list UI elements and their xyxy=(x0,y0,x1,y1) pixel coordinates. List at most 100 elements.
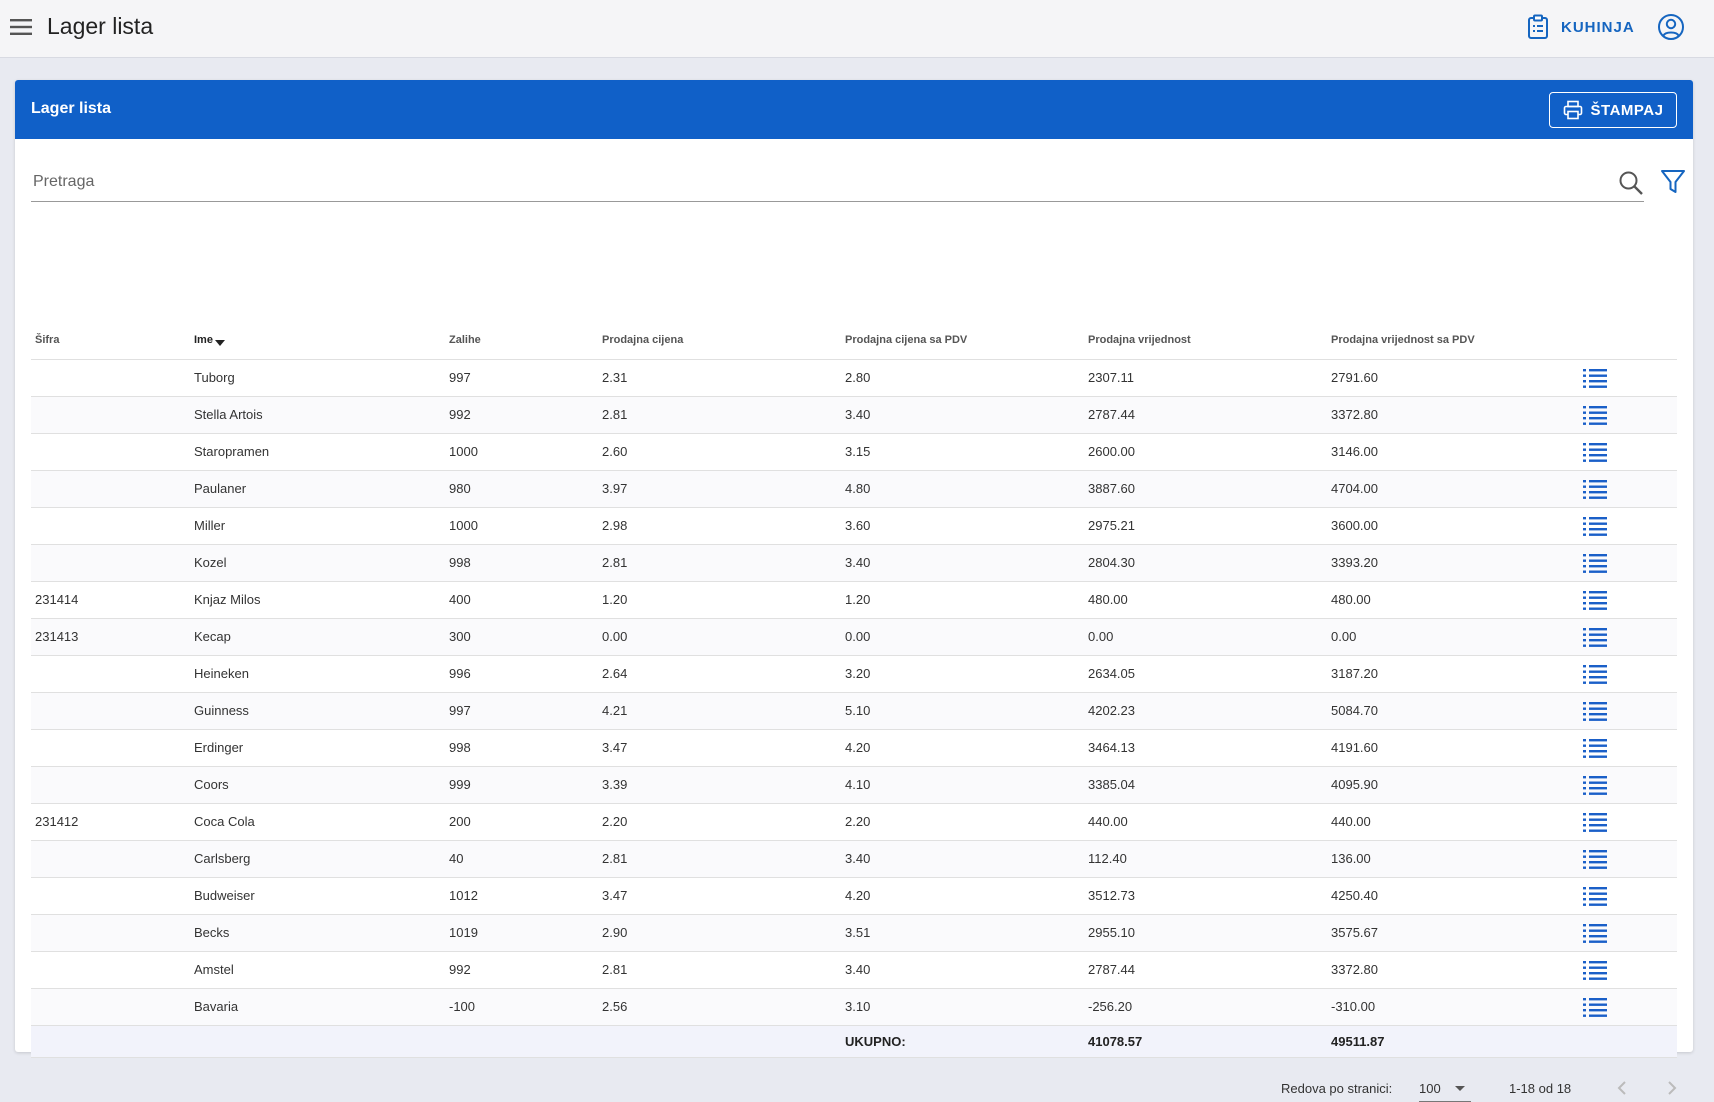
column-header-label: Prodajna vrijednost xyxy=(1088,334,1191,347)
list-icon[interactable] xyxy=(1582,922,1608,944)
search-input[interactable] xyxy=(31,164,1591,200)
list-icon[interactable] xyxy=(1582,700,1608,722)
search-icon[interactable] xyxy=(1618,170,1644,196)
chevron-left-icon[interactable] xyxy=(1610,1076,1634,1100)
stock-list-card: Lager lista ŠTAMPAJ Šifra Ime xyxy=(15,80,1693,1102)
value-vat-cell: 3187.20 xyxy=(1327,655,1570,693)
list-icon[interactable] xyxy=(1582,367,1608,389)
list-icon[interactable] xyxy=(1582,515,1608,537)
list-icon[interactable] xyxy=(1582,811,1608,833)
column-header-label: Prodajna cijena sa PDV xyxy=(845,334,968,347)
total-cell xyxy=(1570,1025,1677,1058)
name-cell: Knjaz Milos xyxy=(190,581,445,619)
price-vat-cell: 2.80 xyxy=(841,359,1084,397)
column-header-prodajna-vrijednost-pdv[interactable]: Prodajna vrijednost sa PDV xyxy=(1327,322,1570,360)
name-cell: Becks xyxy=(190,914,445,952)
total-cell xyxy=(598,1025,841,1058)
value-cell: 480.00 xyxy=(1084,581,1327,619)
price-cell: 2.98 xyxy=(598,507,841,545)
sifra-cell: 231414 xyxy=(31,581,190,619)
total-cell xyxy=(190,1025,445,1058)
price-vat-cell: 0.00 xyxy=(841,618,1084,656)
value-cell: 3887.60 xyxy=(1084,470,1327,508)
price-cell: 2.60 xyxy=(598,433,841,471)
row-actions-cell xyxy=(1570,914,1677,952)
stock-cell: 998 xyxy=(445,729,598,767)
table-row: Erdinger 998 3.47 4.20 3464.13 4191.60 xyxy=(31,729,1677,767)
list-icon[interactable] xyxy=(1582,441,1608,463)
chevron-right-icon[interactable] xyxy=(1660,1076,1684,1100)
name-cell: Kecap xyxy=(190,618,445,656)
value-vat-cell: 3372.80 xyxy=(1327,951,1570,989)
stock-cell: 400 xyxy=(445,581,598,619)
list-icon[interactable] xyxy=(1582,589,1608,611)
value-cell: 2787.44 xyxy=(1084,951,1327,989)
list-icon[interactable] xyxy=(1582,959,1608,981)
stock-cell: -100 xyxy=(445,988,598,1026)
table-row: Carlsberg 40 2.81 3.40 112.40 136.00 xyxy=(31,840,1677,878)
value-vat-cell: 3575.67 xyxy=(1327,914,1570,952)
table-row: Staropramen 1000 2.60 3.15 2600.00 3146.00 xyxy=(31,433,1677,471)
value-vat-cell: 5084.70 xyxy=(1327,692,1570,730)
value-cell: 3512.73 xyxy=(1084,877,1327,915)
list-icon[interactable] xyxy=(1582,774,1608,796)
row-actions-cell xyxy=(1570,840,1677,878)
print-label: ŠTAMPAJ xyxy=(1590,101,1664,119)
price-vat-cell: 4.20 xyxy=(841,877,1084,915)
dropdown-arrow-icon xyxy=(1455,1086,1465,1091)
list-icon[interactable] xyxy=(1582,663,1608,685)
list-icon[interactable] xyxy=(1582,996,1608,1018)
value-vat-cell: 3372.80 xyxy=(1327,396,1570,434)
list-icon[interactable] xyxy=(1582,737,1608,759)
value-vat-cell: 4250.40 xyxy=(1327,877,1570,915)
price-vat-cell: 3.10 xyxy=(841,988,1084,1026)
column-header-prodajna-cijena[interactable]: Prodajna cijena xyxy=(598,322,841,360)
list-icon[interactable] xyxy=(1582,885,1608,907)
table-row: Bavaria -100 2.56 3.10 -256.20 -310.00 xyxy=(31,988,1677,1026)
name-cell: Staropramen xyxy=(190,433,445,471)
column-header-sifra[interactable]: Šifra xyxy=(31,322,190,360)
row-actions-cell xyxy=(1570,655,1677,693)
stock-cell: 998 xyxy=(445,544,598,582)
filter-icon[interactable] xyxy=(1660,168,1686,196)
row-actions-cell xyxy=(1570,877,1677,915)
value-cell: 2307.11 xyxy=(1084,359,1327,397)
column-header-ime[interactable]: Ime xyxy=(190,322,445,360)
rows-per-page-select[interactable]: 100 xyxy=(1419,1074,1471,1102)
stock-cell: 300 xyxy=(445,618,598,656)
print-button[interactable]: ŠTAMPAJ xyxy=(1549,92,1677,128)
table-body: Tuborg 997 2.31 2.80 2307.11 2791.60 Stella Ar… xyxy=(31,359,1677,1026)
row-actions-cell xyxy=(1570,396,1677,434)
price-vat-cell: 2.20 xyxy=(841,803,1084,841)
account-circle-icon[interactable] xyxy=(1657,13,1685,41)
list-icon[interactable] xyxy=(1582,848,1608,870)
menu-icon[interactable] xyxy=(9,15,33,39)
stock-cell: 992 xyxy=(445,396,598,434)
stock-cell: 1019 xyxy=(445,914,598,952)
value-cell: 3385.04 xyxy=(1084,766,1327,804)
page-range: 1-18 od 18 xyxy=(1509,1081,1572,1096)
price-vat-cell: 4.20 xyxy=(841,729,1084,767)
value-vat-cell: 4095.90 xyxy=(1327,766,1570,804)
list-icon[interactable] xyxy=(1582,478,1608,500)
list-icon[interactable] xyxy=(1582,552,1608,574)
row-actions-cell xyxy=(1570,951,1677,989)
stock-table: Šifra Ime Zalihe Prodajna cijena Prodajn… xyxy=(31,322,1677,1058)
price-cell: 2.81 xyxy=(598,544,841,582)
price-cell: 2.81 xyxy=(598,396,841,434)
row-actions-cell xyxy=(1570,988,1677,1026)
table-row: Stella Artois 992 2.81 3.40 2787.44 3372.80 xyxy=(31,396,1677,434)
kitchen-button[interactable]: KUHINJA xyxy=(1527,12,1635,42)
stock-cell: 980 xyxy=(445,470,598,508)
column-header-zalihe[interactable]: Zalihe xyxy=(445,322,598,360)
value-cell: -256.20 xyxy=(1084,988,1327,1026)
name-cell: Budweiser xyxy=(190,877,445,915)
stock-cell: 200 xyxy=(445,803,598,841)
column-header-prodajna-cijena-pdv[interactable]: Prodajna cijena sa PDV xyxy=(841,322,1084,360)
list-icon[interactable] xyxy=(1582,626,1608,648)
column-header-prodajna-vrijednost[interactable]: Prodajna vrijednost xyxy=(1084,322,1327,360)
value-cell: 2634.05 xyxy=(1084,655,1327,693)
table-row: 231413 Kecap 300 0.00 0.00 0.00 0.00 xyxy=(31,618,1677,656)
list-icon[interactable] xyxy=(1582,404,1608,426)
price-vat-cell: 3.20 xyxy=(841,655,1084,693)
